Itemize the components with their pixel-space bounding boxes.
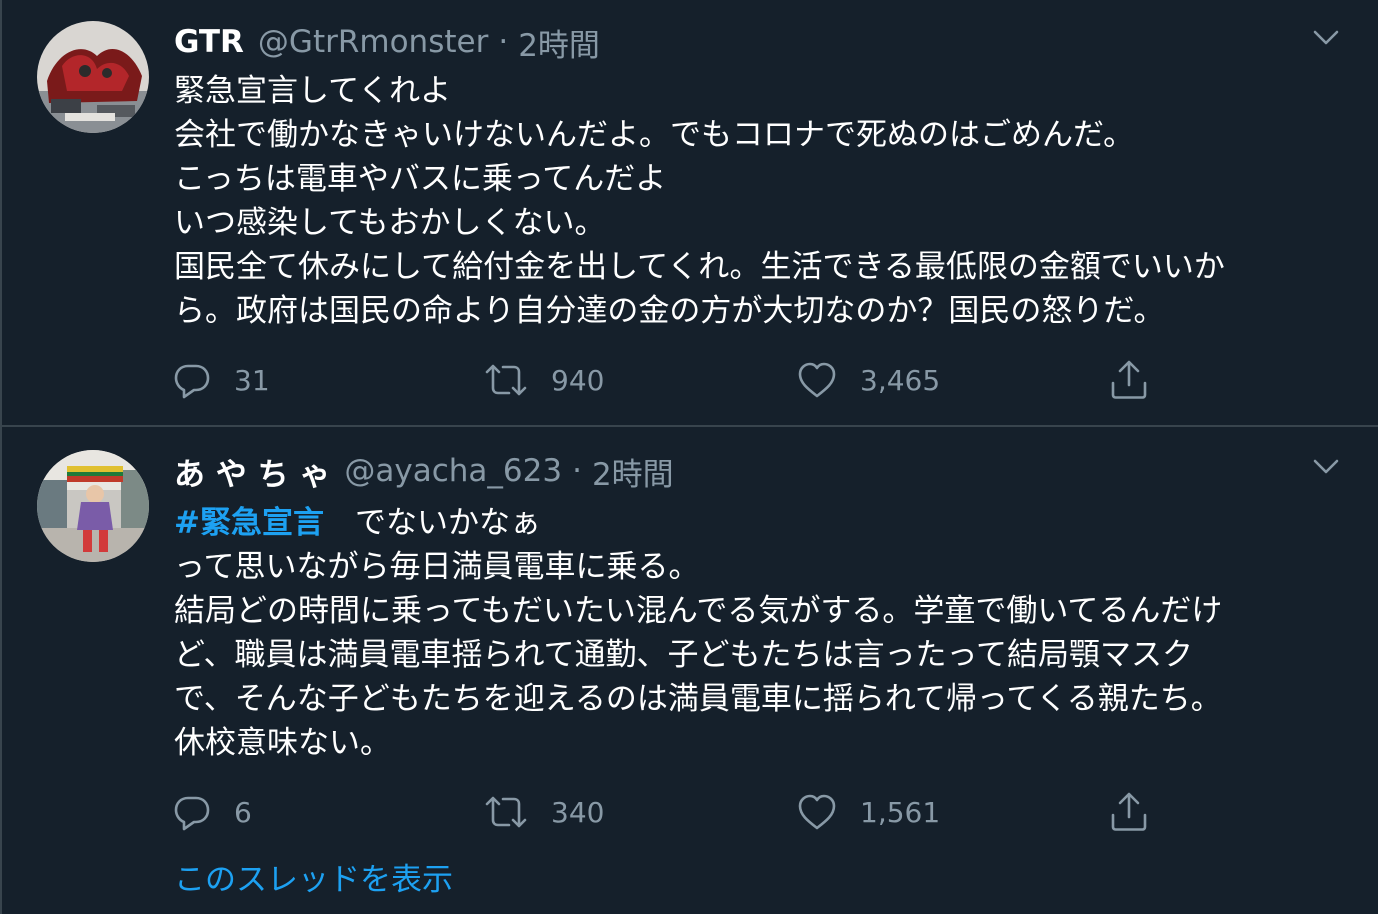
avatar[interactable] bbox=[37, 450, 149, 562]
share-button[interactable] bbox=[1108, 790, 1150, 834]
tweet-header: あ や ち ゃ @ayacha_623 · 2時間 bbox=[174, 449, 674, 493]
tweet[interactable]: あ や ち ゃ @ayacha_623 · 2時間 #緊急宣言 でないかなぁ っ… bbox=[0, 427, 1378, 914]
heart-icon bbox=[798, 362, 836, 398]
retweet-icon bbox=[485, 364, 527, 396]
reply-count: 6 bbox=[234, 795, 252, 829]
tweet-text-line: で、そんな子どもたちを迎えるのは満員電車に揺られて帰ってくる親たち。 bbox=[174, 681, 1222, 717]
avatar-image bbox=[37, 450, 149, 562]
user-handle[interactable]: @GtrRmonster bbox=[258, 24, 488, 60]
timestamp[interactable]: 2時間 bbox=[592, 449, 674, 494]
share-button[interactable] bbox=[1108, 358, 1150, 402]
tweet-text-line: 緊急宣言してくれよ bbox=[174, 73, 452, 109]
tweet[interactable]: GTR @GtrRmonster · 2時間 緊急宣言してくれよ 会社で働かなき… bbox=[0, 0, 1378, 426]
tweet-text-line: 会社で働かなきゃいけないんだよ。でもコロナで死ぬのはごめんだ。 bbox=[174, 117, 1135, 153]
tweet-text-line: #緊急宣言 でないかなぁ bbox=[174, 501, 1354, 545]
reply-icon bbox=[174, 796, 210, 831]
heart-icon bbox=[798, 794, 836, 830]
like-button[interactable]: 3,465 bbox=[796, 358, 940, 402]
display-name[interactable]: あ や ち ゃ bbox=[174, 449, 330, 494]
tweet-text-line: 結局どの時間に乗ってもだいたい混んでる気がする。学童で働いてるんだけ bbox=[174, 593, 1223, 629]
show-thread-link[interactable]: このスレッドを表示 bbox=[174, 854, 453, 899]
retweet-button[interactable]: 940 bbox=[483, 358, 604, 402]
avatar-image bbox=[37, 21, 149, 133]
reply-button[interactable]: 6 bbox=[172, 790, 252, 834]
display-name[interactable]: GTR bbox=[174, 24, 244, 60]
user-handle[interactable]: @ayacha_623 bbox=[344, 453, 562, 489]
retweet-button[interactable]: 340 bbox=[483, 790, 604, 834]
tweet-text-line: いつ感染してもおかしくない。 bbox=[174, 205, 606, 241]
tweet-text-line: こっちは電車やバスに乗ってんだよ bbox=[174, 161, 667, 197]
tweet-text-line: 国民全て休みにして給付金を出してくれ。生活できる最低限の金額でいいか bbox=[174, 249, 1225, 285]
reply-count: 31 bbox=[234, 363, 270, 397]
tweet-menu-button[interactable] bbox=[1306, 18, 1346, 58]
tweet-text: #緊急宣言 でないかなぁ って思いながら毎日満員電車に乗る。 結局どの時間に乗っ… bbox=[174, 501, 1354, 765]
tweet-header: GTR @GtrRmonster · 2時間 bbox=[174, 20, 600, 64]
like-button[interactable]: 1,561 bbox=[796, 790, 940, 834]
like-count: 1,561 bbox=[860, 795, 941, 829]
tweet-text: 緊急宣言してくれよ 会社で働かなきゃいけないんだよ。でもコロナで死ぬのはごめんだ… bbox=[174, 69, 1354, 333]
tweet-menu-button[interactable] bbox=[1306, 447, 1346, 487]
retweet-icon bbox=[485, 796, 527, 828]
chevron-down-icon bbox=[1313, 30, 1339, 45]
tweet-text-line: ど、職員は満員電車揺られて通勤、子どもたちは言ったって結局顎マスク bbox=[174, 637, 1193, 673]
separator-dot: · bbox=[572, 453, 582, 489]
avatar[interactable] bbox=[37, 21, 149, 133]
chevron-down-icon bbox=[1313, 459, 1339, 474]
tweet-text-line: って思いながら毎日満員電車に乗る。 bbox=[174, 549, 700, 585]
retweet-count: 340 bbox=[551, 795, 605, 829]
tweet-text-line: ら。政府は国民の命より自分達の金の方が大切なのか？国民の怒りだ。 bbox=[174, 293, 1165, 329]
timestamp[interactable]: 2時間 bbox=[518, 20, 600, 65]
share-icon bbox=[1111, 792, 1147, 831]
retweet-count: 940 bbox=[551, 363, 605, 397]
reply-icon bbox=[174, 364, 210, 399]
hashtag-link[interactable]: #緊急宣言 bbox=[174, 505, 324, 541]
tweet-text-fragment: でないかなぁ bbox=[323, 505, 541, 541]
reply-button[interactable]: 31 bbox=[172, 358, 270, 402]
tweet-text-line: 休校意味ない。 bbox=[174, 725, 391, 761]
like-count: 3,465 bbox=[860, 363, 941, 397]
timeline: GTR @GtrRmonster · 2時間 緊急宣言してくれよ 会社で働かなき… bbox=[0, 0, 1378, 914]
share-icon bbox=[1111, 360, 1147, 399]
separator-dot: · bbox=[498, 24, 509, 60]
